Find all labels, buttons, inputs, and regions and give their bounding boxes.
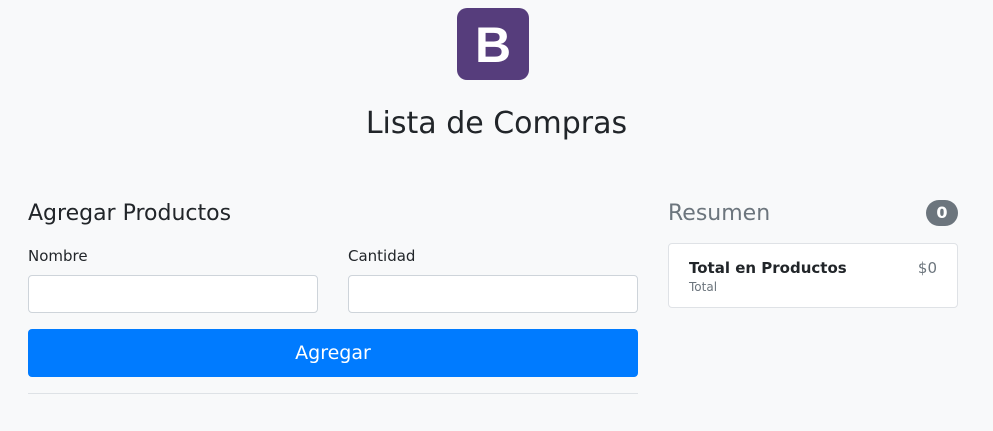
svg-text:B: B <box>475 20 511 68</box>
cantidad-input[interactable] <box>348 275 638 313</box>
add-products-heading: Agregar Productos <box>28 201 232 226</box>
bootstrap-logo: B <box>457 8 529 80</box>
summary-heading: Resumen <box>668 201 771 226</box>
form-divider <box>28 393 638 394</box>
total-subtitle: Total <box>689 280 718 294</box>
summary-card: Total en Productos Total $0 <box>668 243 958 308</box>
nombre-input[interactable] <box>28 275 318 313</box>
add-button[interactable]: Agregar <box>28 329 638 377</box>
cantidad-label: Cantidad <box>348 247 416 265</box>
bootstrap-b-icon: B <box>475 20 511 68</box>
item-count-badge: 0 <box>926 200 958 226</box>
total-products-label: Total en Productos <box>689 259 847 277</box>
nombre-label: Nombre <box>28 247 88 265</box>
page-title: Lista de Compras <box>365 106 628 141</box>
total-value: $0 <box>917 259 937 277</box>
